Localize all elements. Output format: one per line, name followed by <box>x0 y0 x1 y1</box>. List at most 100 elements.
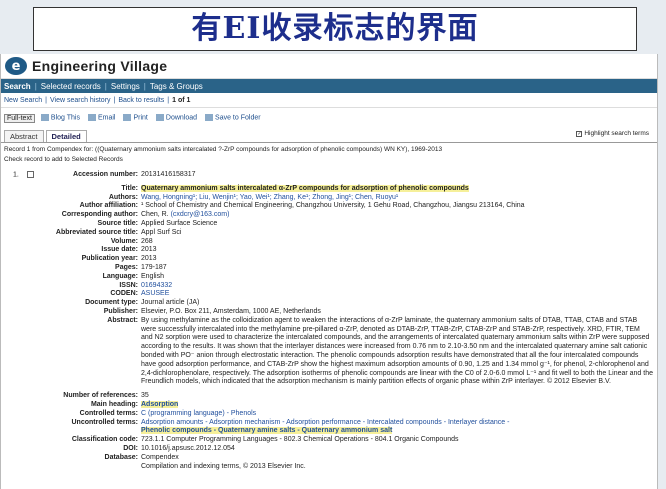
field-label: Language: <box>102 272 138 280</box>
engineering-village-logo[interactable]: e <box>5 57 27 75</box>
view-history-link[interactable]: View search history <box>50 97 111 104</box>
nav-separator: | <box>104 81 107 91</box>
controlled-terms-links[interactable]: C (programming language) - Phenols <box>141 410 657 419</box>
field-label: Authors: <box>108 193 138 201</box>
row-doi: DOI: 10.1016/j.apsusc.2012.12.054 <box>1 444 657 454</box>
slide-title: 有EI收录标志的界面 <box>33 7 637 51</box>
row-publisher: Publisher: Elsevier, P.O. Box 211, Amster… <box>1 307 657 317</box>
issue-date-value: 2013 <box>141 246 157 254</box>
field-label: Publication year: <box>81 255 138 263</box>
row-uncontrolled: Uncontrolled terms: Adsorption amounts - … <box>1 418 657 428</box>
view-tabs: Abstract Detailed ✓ Highlight search term… <box>1 129 657 143</box>
email-button[interactable]: Email <box>87 114 116 122</box>
row-doctype: Document type: Journal article (JA) <box>1 299 657 308</box>
field-label: ISSN: <box>119 281 138 289</box>
check-instruction: Check record to add to Selected Records <box>4 156 123 163</box>
affiliation-value: ¹ School of Chemistry and Chemical Engin… <box>141 202 525 210</box>
highlight-toggle[interactable]: ✓ Highlight search terms <box>576 130 649 137</box>
row-volume: Volume: 268 <box>1 237 657 247</box>
main-nav: Search | Selected records | Settings | Tags… <box>1 79 657 93</box>
print-label: Print <box>133 114 148 122</box>
row-database: Database: Compendex <box>1 453 657 463</box>
classification-value[interactable]: 723.1.1 Computer Programming Languages -… <box>141 436 657 445</box>
row-coden: CODEN: ASUSEE <box>1 290 657 299</box>
abstract-value: By using methylamine as the colloidizati… <box>141 316 654 386</box>
accession-value: 20131416158317 <box>141 171 196 178</box>
row-accession: 1. Accession number: 20131416158317 <box>1 171 657 180</box>
record-index: 1. <box>13 171 34 180</box>
issn-link[interactable]: 01694332 <box>141 282 657 291</box>
download-button[interactable]: Download <box>155 114 198 122</box>
record-toolbar: Full-text Blog This Email Print Download… <box>1 111 657 125</box>
blog-label: Blog This <box>50 114 80 122</box>
main-heading-link[interactable]: Adsorption <box>141 400 179 408</box>
field-label: Publisher: <box>103 307 138 315</box>
field-label: Number of references: <box>63 392 138 400</box>
pages-value: 179-187 <box>141 263 167 271</box>
print-icon <box>123 114 132 122</box>
row-source-title: Source title: Applied Surface Science <box>1 219 657 229</box>
row-main-heading: Main heading: Adsorption <box>1 400 657 410</box>
field-label: Database: <box>104 453 138 461</box>
row-uncontrolled-2: Phenolic compounds - Quaternary amine sa… <box>1 427 657 436</box>
uncontrolled-terms-links-2[interactable]: Phenolic compounds - Quaternary amine sa… <box>141 427 393 435</box>
nav-tags-groups[interactable]: Tags & Groups <box>150 82 203 91</box>
row-issue-date: Issue date: 2013 <box>1 246 657 255</box>
tab-detailed[interactable]: Detailed <box>45 130 87 142</box>
print-button[interactable]: Print <box>123 114 148 122</box>
field-label: Pages: <box>115 263 138 271</box>
source-title-value: Applied Surface Science <box>141 219 218 227</box>
row-corresponding: Corresponding author: Chen, R. (cxdcry@16… <box>1 211 657 220</box>
sub-nav: New Search | View search history | Back to… <box>1 93 657 108</box>
corresponding-email-link[interactable]: (cxdcry@163.com) <box>171 211 230 218</box>
record-position: 1 of 1 <box>172 96 191 104</box>
browser-screenshot: e Engineering Village Search | Selected r… <box>0 54 658 489</box>
row-pages: Pages: 179-187 <box>1 263 657 273</box>
highlight-checkbox-icon[interactable]: ✓ <box>576 130 583 137</box>
download-label: Download <box>165 114 198 122</box>
doctype-value: Journal article (JA) <box>141 299 200 307</box>
slide-title-text: 有EI收录标志的界面 <box>191 11 479 46</box>
email-label: Email <box>97 114 116 122</box>
title-value: Quaternary ammonium salts intercalated α… <box>141 184 469 192</box>
tab-abstract[interactable]: Abstract <box>4 130 44 142</box>
highlight-label: Highlight search terms <box>584 130 649 137</box>
row-affiliation: Author affiliation: ¹ School of Chemistry… <box>1 202 657 211</box>
back-to-results-link[interactable]: Back to results <box>118 97 164 104</box>
app-header: e Engineering Village <box>1 54 657 79</box>
save-label: Save to Folder <box>215 114 261 122</box>
field-label: Source title: <box>97 219 138 227</box>
download-icon <box>155 114 164 122</box>
select-record-checkbox[interactable] <box>26 171 34 178</box>
field-label: Title: <box>121 184 138 192</box>
doi-value: 10.1016/j.apsusc.2012.12.054 <box>141 444 235 452</box>
pub-year-value: 2013 <box>141 255 157 263</box>
email-icon <box>87 114 96 122</box>
compilation-footer: Compilation and indexing terms, © 2013 E… <box>141 462 306 470</box>
nav-settings[interactable]: Settings <box>111 82 140 91</box>
coden-link[interactable]: ASUSEE <box>141 290 657 299</box>
subnav-separator: | <box>167 96 170 104</box>
row-pub-year: Publication year: 2013 <box>1 255 657 264</box>
volume-value: 268 <box>141 237 153 245</box>
blog-this-button[interactable]: Blog This <box>40 114 80 122</box>
uncontrolled-terms-links[interactable]: Adsorption amounts - Adsorption mechanis… <box>141 419 657 428</box>
publisher-value: Elsevier, P.O. Box 211, Amsterdam, 1000 … <box>141 307 321 315</box>
field-label: Abbreviated source title: <box>55 228 138 236</box>
full-text-button[interactable]: Full-text <box>4 113 35 123</box>
nav-search[interactable]: Search <box>4 82 31 91</box>
authors-value[interactable]: Wang, Hongning¹; Liu, Wenjin¹; Yao, Wei¹… <box>141 194 657 203</box>
field-label: Classification code: <box>71 436 138 444</box>
field-label: Corresponding author: <box>61 211 138 219</box>
save-to-folder-button[interactable]: Save to Folder <box>205 114 261 122</box>
nav-separator: | <box>143 81 146 91</box>
folder-icon <box>205 114 214 122</box>
row-language: Language: English <box>1 272 657 282</box>
new-search-link[interactable]: New Search <box>4 97 42 104</box>
row-title: Title: Quaternary ammonium salts intercal… <box>1 184 657 194</box>
subnav-separator: | <box>45 96 47 104</box>
field-label: Uncontrolled terms: <box>71 418 138 426</box>
field-label: Controlled terms: <box>79 409 138 417</box>
row-refs: Number of references: 35 <box>1 392 657 401</box>
nav-selected-records[interactable]: Selected records <box>41 82 101 91</box>
